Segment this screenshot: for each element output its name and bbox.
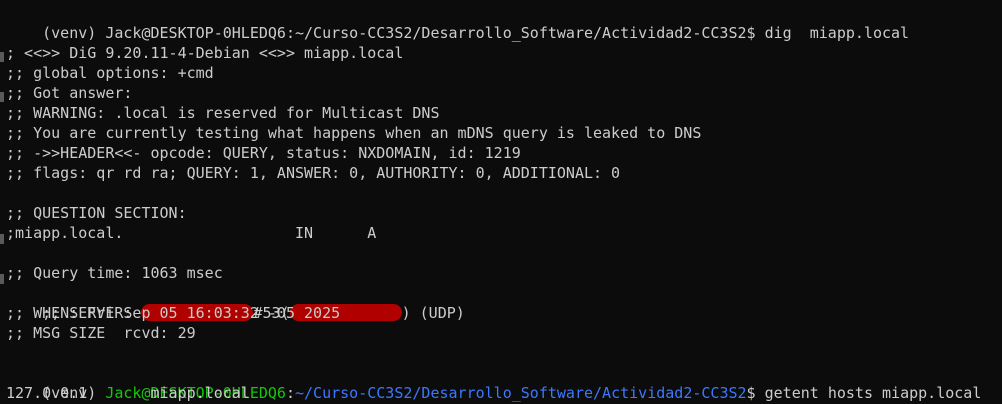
dig-flags: ;; flags: qr rd ra; QUERY: 1, ANSWER: 0,… [6, 164, 621, 182]
prompt-line-2: (venv) Jack@DESKTOP-0HLEDQ6:~/Curso-CC3S… [6, 363, 981, 402]
dig-when: ;; WHEN: Fri Sep 05 16:03:32 -05 2025 [6, 304, 341, 322]
command-text: dig miapp.local [764, 24, 910, 42]
terminal-window[interactable]: (venv) Jack@DESKTOP-0HLEDQ6:~/Curso-CC3S… [0, 0, 1002, 404]
dig-global-options: ;; global options: +cmd [6, 64, 214, 82]
dig-mdns-notice: ;; You are currently testing what happen… [6, 124, 702, 142]
working-directory: ~/Curso-CC3S2/Desarrollo_Software/Activi… [295, 384, 747, 402]
command-text: getent hosts miapp.local [764, 384, 982, 402]
dig-banner: ; <<>> DiG 9.20.11-4-Debian <<>> miapp.l… [6, 44, 404, 62]
dig-question-section: ;; QUESTION SECTION: [6, 204, 187, 222]
dig-query-time: ;; Query time: 1063 msec [6, 264, 223, 282]
dig-header: ;; ->>HEADER<<- opcode: QUERY, status: N… [6, 144, 521, 162]
dig-msg-size: ;; MSG SIZE rcvd: 29 [6, 324, 196, 342]
prompt-text: (venv) Jack@DESKTOP-0HLEDQ6:~/Curso-CC3S… [42, 24, 765, 42]
prompt-colon: : [285, 384, 295, 402]
scrollbar-fragment [0, 52, 4, 62]
dig-got-answer: ;; Got answer: [6, 84, 133, 102]
dig-warning: ;; WARNING: .local is reserved for Multi… [6, 104, 440, 122]
scrollbar-fragment [0, 92, 4, 102]
scrollbar-fragment [0, 274, 4, 284]
getent-output: 127.0.0.1 miapp.local [6, 384, 250, 402]
dig-server: ;; SERVER: #53() (UDP) [6, 283, 465, 322]
prompt-dollar: $ [746, 384, 765, 402]
server-suffix: ) (UDP) [401, 304, 465, 322]
dig-question: ;miapp.local. IN A [6, 224, 377, 242]
prompt-line-1: (venv) Jack@DESKTOP-0HLEDQ6:~/Curso-CC3S… [6, 3, 909, 42]
scrollbar-fragment [0, 234, 4, 244]
